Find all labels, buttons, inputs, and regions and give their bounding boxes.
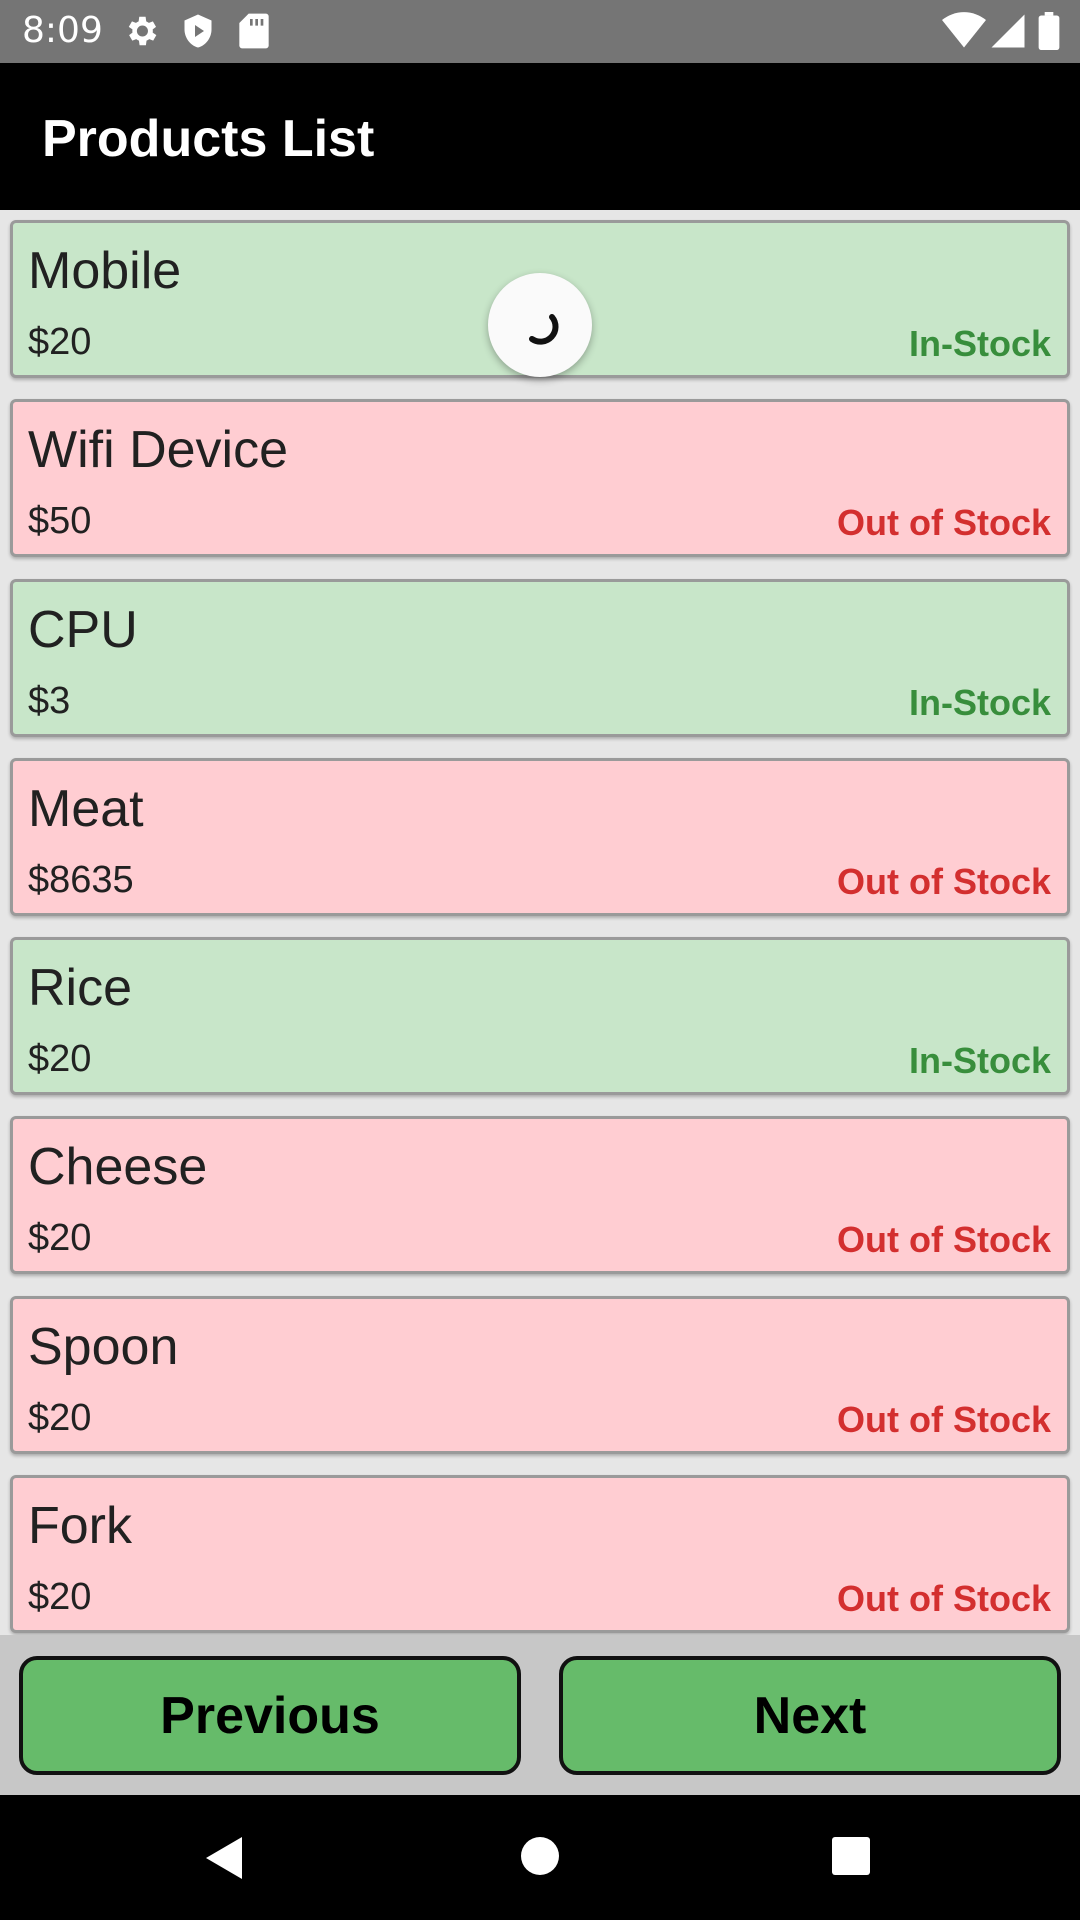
product-name: Wifi Device <box>28 421 289 479</box>
product-price: $20 <box>28 1038 92 1080</box>
status-bar: 8:09 <box>0 0 1080 63</box>
product-name: Rice <box>28 959 133 1017</box>
stock-status: In-Stock <box>908 1040 1051 1081</box>
product-card[interactable]: Rice $20 In-Stock <box>10 937 1070 1095</box>
settings-icon <box>122 12 160 55</box>
sd-card-icon <box>238 12 270 55</box>
product-price: $50 <box>28 500 92 542</box>
product-card[interactable]: Spoon $20 Out of Stock <box>10 1296 1070 1454</box>
page-title: Products List <box>42 110 375 168</box>
product-price: $3 <box>28 680 71 722</box>
recents-icon[interactable] <box>831 1836 871 1876</box>
spinner-icon <box>529 314 559 345</box>
product-price: $20 <box>28 321 92 363</box>
product-name: CPU <box>28 601 138 659</box>
app-bar: Products List <box>0 63 1080 210</box>
product-card[interactable]: Meat $8635 Out of Stock <box>10 758 1070 916</box>
stock-status: In-Stock <box>908 682 1051 723</box>
product-card[interactable]: Cheese $20 Out of Stock <box>10 1116 1070 1274</box>
product-card[interactable]: CPU $3 In-Stock <box>10 579 1070 737</box>
product-card[interactable]: Fork $20 Out of Stock <box>10 1475 1070 1633</box>
home-icon[interactable] <box>520 1836 560 1876</box>
stock-status: In-Stock <box>908 323 1051 364</box>
product-price: $20 <box>28 1397 92 1439</box>
product-name: Spoon <box>28 1318 179 1376</box>
stock-status: Out of Stock <box>837 861 1051 902</box>
status-time: 8:09 <box>22 10 103 51</box>
stock-status: Out of Stock <box>837 1399 1051 1440</box>
product-name: Cheese <box>28 1138 208 1196</box>
back-icon[interactable] <box>204 1835 244 1881</box>
signal-icon <box>990 12 1026 55</box>
previous-button[interactable]: Previous <box>19 1656 521 1775</box>
product-price: $20 <box>28 1217 92 1259</box>
product-price: $8635 <box>28 859 134 901</box>
screen: 8:09 Products List Mobile $20 In-Stock W… <box>0 0 1080 1920</box>
system-nav-bar <box>0 1795 1080 1920</box>
shield-icon <box>180 12 216 55</box>
wifi-icon <box>942 12 986 55</box>
product-name: Meat <box>28 780 144 838</box>
product-name: Mobile <box>28 242 182 300</box>
product-card[interactable]: Wifi Device $50 Out of Stock <box>10 399 1070 557</box>
stock-status: Out of Stock <box>837 1578 1051 1619</box>
product-price: $20 <box>28 1576 92 1618</box>
next-button[interactable]: Next <box>559 1656 1061 1775</box>
pagination-bar: Previous Next <box>0 1635 1080 1795</box>
battery-icon <box>1038 12 1060 55</box>
product-name: Fork <box>28 1497 132 1555</box>
loading-spinner <box>488 273 592 377</box>
product-list[interactable]: Mobile $20 In-Stock Wifi Device $50 Out … <box>0 210 1080 1635</box>
stock-status: Out of Stock <box>837 502 1051 543</box>
stock-status: Out of Stock <box>837 1219 1051 1260</box>
